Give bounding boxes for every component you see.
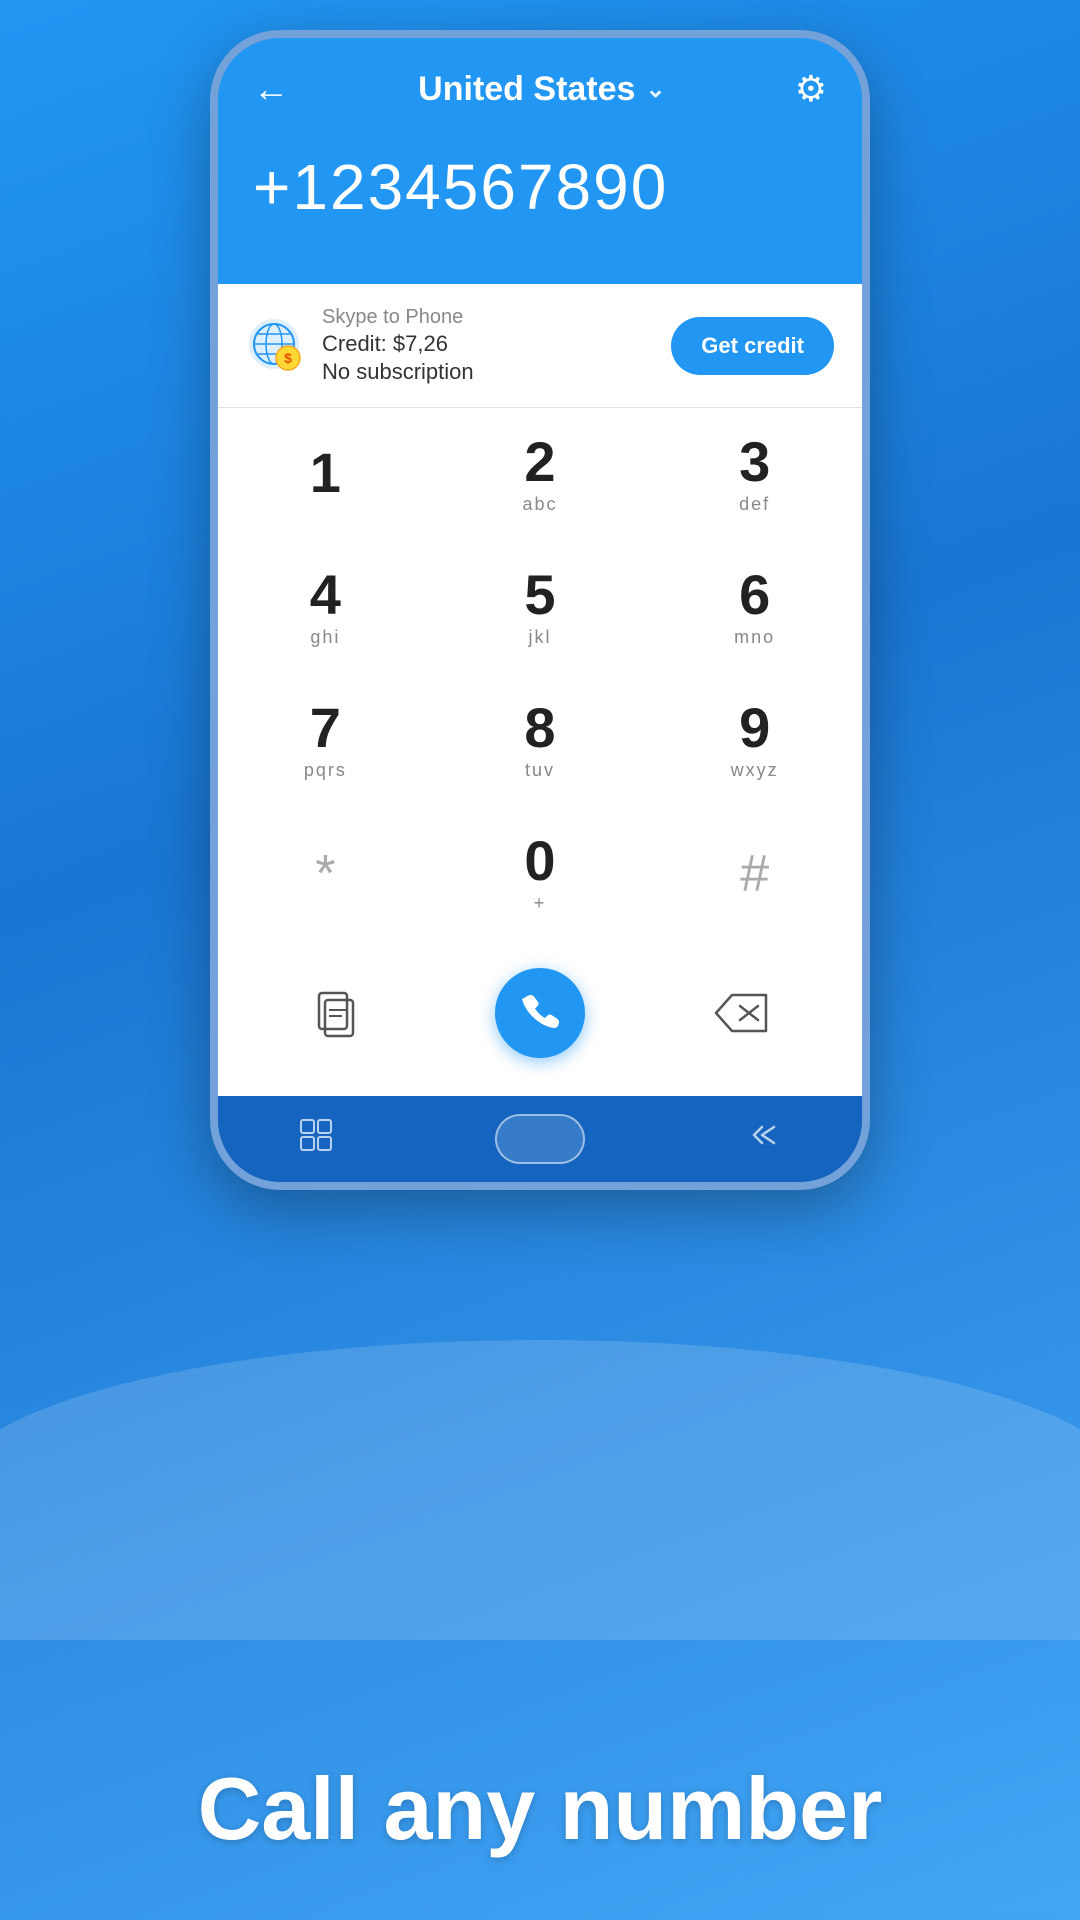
dial-key-2[interactable]: 2 abc <box>433 408 648 541</box>
credit-section: $ Skype to Phone Credit: $7,26 No subscr… <box>218 284 862 408</box>
dialpad-grid: 1 2 abc 3 def 4 ghi <box>218 408 862 940</box>
credit-amount: Credit: $7,26 <box>322 331 474 357</box>
contacts-icon <box>314 988 364 1038</box>
dial-key-3[interactable]: 3 def <box>647 408 862 541</box>
call-button-wrapper <box>439 950 640 1076</box>
dial-key-star[interactable]: * <box>218 807 433 940</box>
skype-to-phone-icon: $ <box>246 316 306 376</box>
credit-left: $ Skype to Phone Credit: $7,26 No subscr… <box>246 306 474 385</box>
svg-text:$: $ <box>284 350 292 366</box>
backspace-icon <box>714 993 768 1033</box>
top-bar: ← United States ⌄ ⚙ <box>218 38 862 130</box>
dial-key-9[interactable]: 9 wxyz <box>647 674 862 807</box>
phone-frame: ← United States ⌄ ⚙ +1234567890 <box>210 30 870 1190</box>
nav-back-button[interactable] <box>746 1117 782 1161</box>
subscription-status: No subscription <box>322 359 474 385</box>
dial-key-8[interactable]: 8 tuv <box>433 674 648 807</box>
phone-screen: ← United States ⌄ ⚙ +1234567890 <box>218 38 862 1182</box>
dial-key-1[interactable]: 1 <box>218 408 433 541</box>
bg-wave <box>0 1340 1080 1640</box>
call-button[interactable] <box>495 968 585 1058</box>
settings-icon[interactable]: ⚙ <box>795 68 827 110</box>
dial-key-0[interactable]: 0 + <box>433 807 648 940</box>
back-button[interactable]: ← <box>253 68 289 110</box>
service-label: Skype to Phone <box>322 306 474 329</box>
nav-home-button[interactable] <box>495 1114 585 1164</box>
get-credit-button[interactable]: Get credit <box>671 317 834 375</box>
backspace-button[interactable] <box>641 950 842 1076</box>
tagline: Call any number <box>0 1758 1080 1860</box>
phone-navbar <box>218 1096 862 1182</box>
dial-key-hash[interactable]: # <box>647 807 862 940</box>
phone-number: +1234567890 <box>253 150 827 224</box>
dialpad-container: $ Skype to Phone Credit: $7,26 No subscr… <box>218 284 862 1096</box>
chevron-down-icon: ⌄ <box>645 75 665 104</box>
country-label: United States <box>418 70 635 109</box>
nav-apps-button[interactable] <box>298 1117 334 1161</box>
nav-apps-icon <box>298 1117 334 1153</box>
dial-key-5[interactable]: 5 jkl <box>433 541 648 674</box>
dial-key-6[interactable]: 6 mno <box>647 541 862 674</box>
bottom-actions <box>218 940 862 1096</box>
dial-key-4[interactable]: 4 ghi <box>218 541 433 674</box>
dial-key-7[interactable]: 7 pqrs <box>218 674 433 807</box>
credit-text-block: Skype to Phone Credit: $7,26 No subscrip… <box>322 306 474 385</box>
phone-call-icon <box>518 991 562 1035</box>
country-selector[interactable]: United States ⌄ <box>418 70 665 109</box>
number-display: +1234567890 <box>218 130 862 284</box>
contacts-button[interactable] <box>238 950 439 1076</box>
nav-back-icon <box>746 1117 782 1153</box>
